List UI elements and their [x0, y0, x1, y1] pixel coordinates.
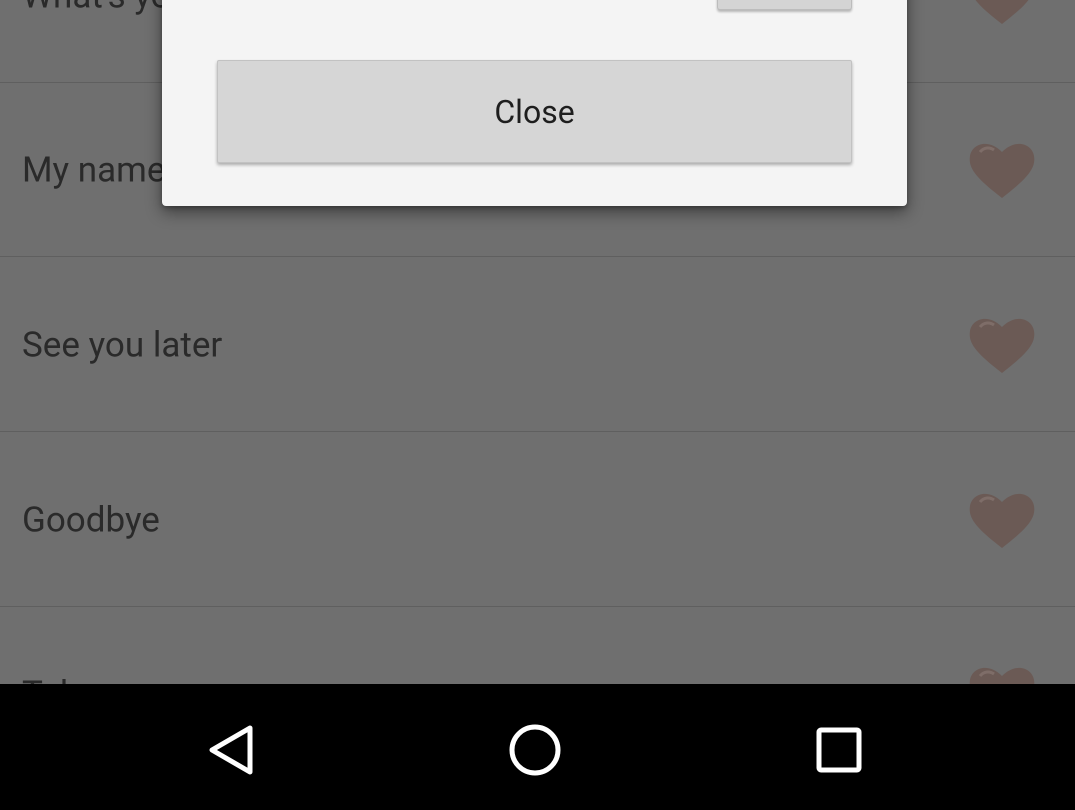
recents-button[interactable]: [803, 714, 875, 786]
phrase-label: Goodbye: [22, 499, 160, 540]
phrase-label: Take care: [22, 673, 172, 684]
phrase-label: See you later: [22, 324, 223, 365]
heart-icon[interactable]: [966, 488, 1038, 552]
home-button[interactable]: [499, 714, 571, 786]
home-circle-icon: [509, 724, 561, 776]
heart-icon[interactable]: [966, 662, 1038, 685]
list-item[interactable]: See you later: [0, 258, 1075, 432]
heart-icon[interactable]: [966, 138, 1038, 202]
popup-dialog: Close: [162, 0, 907, 206]
heart-icon[interactable]: [966, 0, 1038, 28]
close-button[interactable]: Close: [217, 60, 852, 163]
dialog-action-button[interactable]: [717, 0, 852, 10]
list-item[interactable]: Goodbye: [0, 433, 1075, 607]
back-button[interactable]: [196, 714, 268, 786]
recents-square-icon: [816, 727, 862, 773]
navigation-bar: [0, 684, 1075, 810]
list-item[interactable]: Take care: [0, 607, 1075, 684]
heart-icon[interactable]: [966, 313, 1038, 377]
back-triangle-icon: [209, 725, 253, 775]
